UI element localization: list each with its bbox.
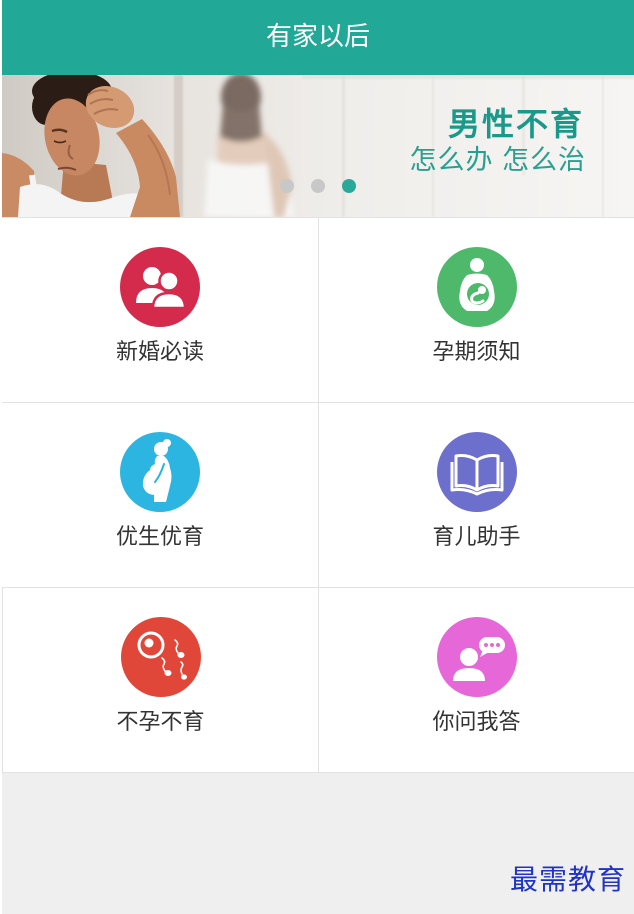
carousel-dot[interactable] xyxy=(311,179,325,193)
menu-item-label: 育儿助手 xyxy=(432,524,521,549)
watermark: 最需教育 xyxy=(509,863,626,896)
pregnant-baby-icon xyxy=(458,258,495,311)
menu-icon-badge xyxy=(120,432,200,512)
menu-icon-badge xyxy=(436,247,517,327)
carousel-dot-active[interactable] xyxy=(342,179,356,193)
feature-menu-grid: 新婚必读 孕期须知 优生优育 育儿助手 不孕不育 你问我答 xyxy=(2,217,634,773)
app-screen: 有家以后 男性不育 怎么办 怎么治 新婚必读 孕期须知 优生优育 育儿助手 不孕… xyxy=(2,0,634,914)
chat-person-icon xyxy=(452,637,505,681)
banner-subline: 怎么办 怎么治 xyxy=(409,145,586,175)
menu-icon-badge xyxy=(120,247,200,327)
menu-icon-badge xyxy=(120,617,201,697)
menu-item-prenatal-care[interactable]: 优生优育 xyxy=(2,403,318,588)
menu-item-label: 新婚必读 xyxy=(115,339,204,364)
menu-item-pregnancy-tips[interactable]: 孕期须知 xyxy=(318,218,634,403)
pregnant-silhouette-icon xyxy=(142,439,172,502)
carousel-indicator xyxy=(280,179,373,193)
banner-carousel[interactable]: 男性不育 怎么办 怎么治 xyxy=(2,75,634,217)
menu-item-label: 你问我答 xyxy=(432,709,521,734)
menu-item-qa[interactable]: 你问我答 xyxy=(318,588,634,773)
app-header: 有家以后 xyxy=(2,0,634,75)
carousel-dot[interactable] xyxy=(280,179,294,193)
menu-item-label: 优生优育 xyxy=(115,524,204,549)
menu-item-newlywed-guide[interactable]: 新婚必读 xyxy=(2,218,318,403)
menu-icon-badge xyxy=(436,432,517,512)
app-title: 有家以后 xyxy=(265,21,370,51)
open-book-icon xyxy=(450,454,503,496)
couple-icon xyxy=(136,267,187,310)
menu-item-parenting-assistant[interactable]: 育儿助手 xyxy=(318,403,634,588)
sperm-egg-icon xyxy=(137,631,187,680)
banner-headline: 男性不育 xyxy=(447,106,584,142)
menu-item-infertility[interactable]: 不孕不育 xyxy=(2,588,318,773)
menu-item-label: 不孕不育 xyxy=(116,709,205,734)
menu-icon-badge xyxy=(436,617,517,697)
menu-item-label: 孕期须知 xyxy=(432,339,521,364)
